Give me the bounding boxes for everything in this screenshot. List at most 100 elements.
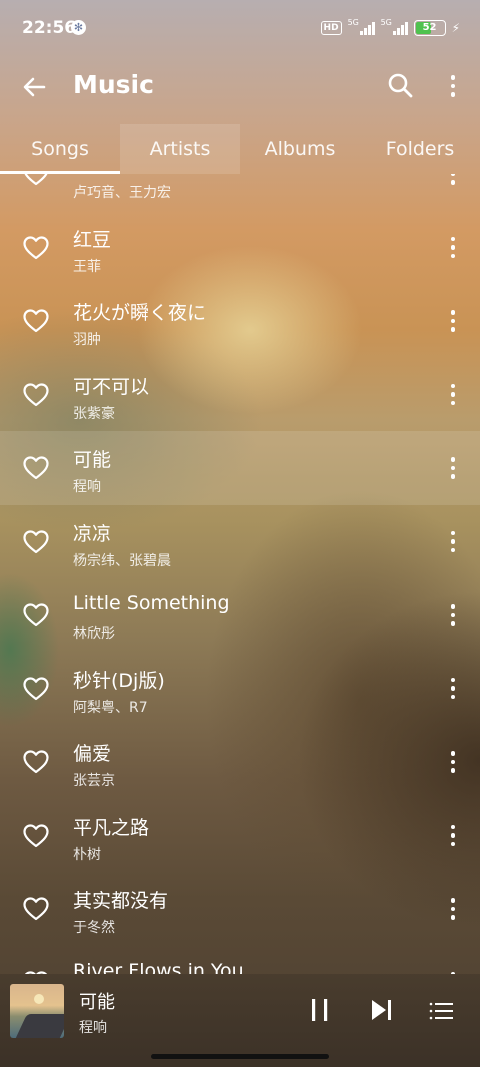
queue-list-icon (429, 1002, 453, 1020)
signal-strength-icon: 5G (381, 18, 408, 35)
song-title: Little Something (73, 592, 230, 614)
song-title: River Flows in You (73, 959, 244, 975)
more-vertical-icon (440, 68, 466, 104)
signal-strength-icon: 5G (348, 18, 375, 35)
song-list[interactable]: 卢巧音、王力宏 红豆 王菲 花火が瞬く夜に 羽肿 可不可以 张紫豪可能程响凉凉杨宗纬、张碧晨… (0, 174, 480, 974)
song-artist: 阿梨粤、R7 (73, 699, 148, 716)
charging-icon: ⚡ (451, 21, 460, 35)
tab-folders[interactable]: Folders (360, 124, 480, 174)
song-row[interactable]: 可能 程响 (0, 431, 480, 505)
now-playing-artist: 程响 (79, 1020, 107, 1036)
music-app-screen: 22:56 ✻ HD 5G 5G 52 ⚡ Music Songs Artist… (0, 0, 480, 1067)
favorite-button[interactable] (22, 235, 50, 261)
playlist-queue-button[interactable] (427, 998, 457, 1024)
song-title: 偏爱 (73, 743, 112, 765)
song-more-button[interactable] (441, 307, 465, 335)
more-vertical-icon (441, 895, 465, 923)
song-row[interactable]: 秒针(Dj版) 阿梨粤、R7 (0, 652, 480, 726)
more-vertical-icon (441, 454, 465, 482)
hd-voice-badge: HD (320, 21, 342, 35)
song-row[interactable]: 卢巧音、王力宏 (0, 174, 480, 211)
song-more-button[interactable] (441, 748, 465, 776)
favorite-button[interactable] (22, 382, 50, 408)
heart-outline-icon (23, 823, 49, 847)
heart-outline-icon (23, 235, 49, 259)
more-vertical-icon (441, 822, 465, 850)
search-icon (388, 73, 413, 98)
song-row[interactable]: 凉凉 杨宗纬、张碧晨 (0, 505, 480, 579)
favorite-button[interactable] (22, 455, 50, 481)
skip-next-icon (372, 1000, 391, 1020)
song-more-button[interactable] (441, 675, 465, 703)
song-row[interactable]: 花火が瞬く夜に 羽肿 (0, 284, 480, 358)
song-more-button[interactable] (441, 601, 465, 629)
album-cover[interactable] (10, 984, 64, 1038)
song-row[interactable]: 平凡之路 朴树 (0, 799, 480, 873)
heart-outline-icon (23, 529, 49, 553)
song-title: 红豆 (73, 228, 112, 251)
status-indicators: HD 5G 5G 52 ⚡ (320, 18, 460, 37)
heart-outline-icon (23, 382, 49, 406)
next-track-button[interactable] (366, 995, 396, 1025)
heart-outline-icon (24, 174, 48, 186)
song-title: 可能 (73, 449, 112, 471)
song-more-button[interactable] (441, 174, 465, 188)
song-more-button[interactable] (441, 822, 465, 850)
song-artist: 朴树 (73, 846, 101, 863)
tab-artists[interactable]: Artists (120, 124, 240, 174)
song-artist: 杨宗纬、张碧晨 (73, 552, 171, 569)
battery-level: 52 (422, 22, 437, 33)
arrow-left-icon (23, 77, 46, 97)
heart-outline-icon (23, 309, 49, 333)
overflow-menu-button[interactable] (440, 68, 466, 104)
song-more-button[interactable] (441, 528, 465, 556)
song-row[interactable]: Little Something 林欣彤 (0, 578, 480, 652)
song-title: 凉凉 (73, 522, 112, 545)
home-indicator[interactable] (151, 1054, 329, 1059)
favorite-button[interactable] (22, 749, 50, 775)
favorite-button[interactable] (22, 676, 50, 702)
more-vertical-icon (441, 174, 465, 188)
song-title: 其实都没有 (73, 890, 169, 912)
song-row[interactable]: 其实都没有 于冬然 (0, 872, 480, 946)
song-more-button[interactable] (441, 454, 465, 482)
settings-notification-icon: ✻ (71, 20, 86, 35)
song-artist: 于冬然 (73, 920, 115, 936)
favorite-button[interactable] (22, 529, 50, 555)
pause-icon (312, 999, 328, 1021)
song-more-button[interactable] (441, 234, 465, 262)
favorite-button[interactable] (22, 896, 50, 922)
song-title: 可不可以 (73, 375, 150, 398)
tab-songs[interactable]: Songs (0, 124, 120, 174)
heart-outline-icon (23, 456, 49, 480)
tab-albums[interactable]: Albums (240, 124, 360, 174)
song-row[interactable]: 偏爱 张芸京 (0, 725, 480, 799)
tab-bar: Songs Artists Albums Folders (0, 124, 480, 174)
heart-outline-icon (23, 897, 49, 921)
more-vertical-icon (441, 381, 465, 409)
pause-button[interactable] (305, 995, 335, 1025)
song-artist: 程响 (73, 479, 101, 495)
song-title: 花火が瞬く夜に (73, 302, 207, 324)
heart-outline-icon (23, 676, 49, 700)
song-title: 秒针(Dj版) (73, 669, 165, 692)
song-more-button[interactable] (441, 895, 465, 923)
song-more-button[interactable] (441, 381, 465, 409)
favorite-button[interactable] (22, 174, 50, 187)
app-bar: Music (0, 58, 480, 116)
song-artist: 林欣彤 (73, 626, 115, 642)
song-row[interactable]: 可不可以 张紫豪 (0, 358, 480, 432)
song-row[interactable]: 红豆 王菲 (0, 211, 480, 285)
heart-outline-icon (23, 603, 49, 627)
favorite-button[interactable] (22, 823, 50, 849)
back-button[interactable] (18, 70, 52, 104)
favorite-button[interactable] (22, 602, 50, 628)
search-button[interactable] (383, 68, 419, 104)
song-row[interactable]: River Flows in You (0, 946, 480, 975)
more-vertical-icon (441, 675, 465, 703)
now-playing-title: 可能 (79, 992, 115, 1013)
song-title: 平凡之路 (73, 816, 150, 839)
status-time: 22:56 (22, 18, 77, 38)
favorite-button[interactable] (22, 308, 50, 334)
more-vertical-icon (441, 307, 465, 335)
